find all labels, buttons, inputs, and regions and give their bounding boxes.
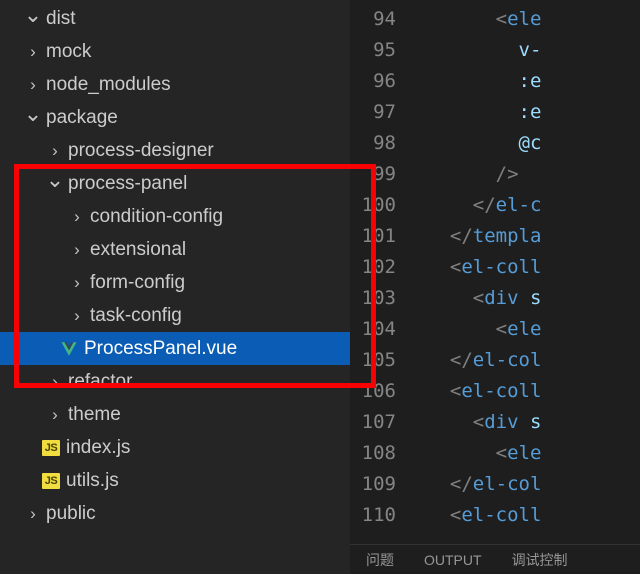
tree-item-utils-js[interactable]: JSutils.js bbox=[0, 464, 350, 497]
code-editor: 9495969798991001011021031041051061071081… bbox=[350, 0, 640, 574]
chevron-right-icon[interactable]: › bbox=[46, 405, 64, 425]
code-line[interactable]: <ele bbox=[350, 314, 541, 345]
chevron-right-icon[interactable]: › bbox=[68, 240, 86, 260]
tree-item-task-config[interactable]: ›task-config bbox=[0, 299, 350, 332]
tree-item-label: mock bbox=[42, 41, 91, 63]
tree-item-label: utils.js bbox=[62, 470, 119, 492]
chevron-down-icon[interactable]: ⌄ bbox=[24, 101, 42, 127]
chevron-right-icon[interactable]: › bbox=[24, 42, 42, 62]
tree-item-label: package bbox=[42, 107, 118, 129]
chevron-right-icon[interactable]: › bbox=[68, 207, 86, 227]
tree-item-label: condition-config bbox=[86, 206, 223, 228]
chevron-right-icon[interactable]: › bbox=[24, 75, 42, 95]
chevron-right-icon[interactable]: › bbox=[68, 273, 86, 293]
code-line[interactable]: <el-coll bbox=[350, 252, 541, 283]
code-line[interactable]: </el-col bbox=[350, 345, 541, 376]
chevron-right-icon[interactable]: › bbox=[68, 306, 86, 326]
tree-item-mock[interactable]: ›mock bbox=[0, 35, 350, 68]
bottom-panel: 问题 OUTPUT 调试控制 bbox=[350, 544, 640, 574]
tree-item-refactor[interactable]: ›refactor bbox=[0, 365, 350, 398]
file-explorer: ⌄dist›mock›node_modules⌄package›process-… bbox=[0, 0, 350, 574]
tree-item-label: index.js bbox=[62, 437, 130, 459]
code-line[interactable]: </templa bbox=[350, 221, 541, 252]
code-line[interactable]: <div s bbox=[350, 283, 541, 314]
code-line[interactable]: <el-coll bbox=[350, 376, 541, 407]
code-content[interactable]: <ele v- :e :e @c /> </el-c </templa bbox=[414, 0, 541, 574]
vue-icon bbox=[58, 340, 80, 358]
js-icon: JS bbox=[40, 440, 62, 456]
chevron-right-icon[interactable]: › bbox=[24, 504, 42, 524]
tab-output[interactable]: OUTPUT bbox=[424, 552, 482, 568]
tree-item-node-modules[interactable]: ›node_modules bbox=[0, 68, 350, 101]
code-line[interactable]: </el-col bbox=[350, 469, 541, 500]
tree-item-condition-config[interactable]: ›condition-config bbox=[0, 200, 350, 233]
tree-item-dist[interactable]: ⌄dist bbox=[0, 2, 350, 35]
tree-item-label: node_modules bbox=[42, 74, 171, 96]
tree-item-process-panel[interactable]: ⌄process-panel bbox=[0, 167, 350, 200]
code-line[interactable]: <el-coll bbox=[350, 500, 541, 531]
tree-item-label: process-panel bbox=[64, 173, 187, 195]
code-line[interactable]: </el-c bbox=[350, 190, 541, 221]
chevron-right-icon[interactable]: › bbox=[46, 372, 64, 392]
code-line[interactable]: <div s bbox=[350, 407, 541, 438]
tree-item-label: dist bbox=[42, 8, 76, 30]
code-line[interactable]: <ele bbox=[350, 4, 541, 35]
tree-item-label: form-config bbox=[86, 272, 185, 294]
tree-item-package[interactable]: ⌄package bbox=[0, 101, 350, 134]
tab-debug-console[interactable]: 调试控制 bbox=[512, 550, 568, 570]
tree-item-label: task-config bbox=[86, 305, 182, 327]
chevron-down-icon[interactable]: ⌄ bbox=[46, 167, 64, 193]
tree-item-label: process-designer bbox=[64, 140, 214, 162]
tree-item-form-config[interactable]: ›form-config bbox=[0, 266, 350, 299]
tree-item-public[interactable]: ›public bbox=[0, 497, 350, 530]
tree-item-theme[interactable]: ›theme bbox=[0, 398, 350, 431]
tab-problems[interactable]: 问题 bbox=[366, 550, 394, 570]
chevron-down-icon[interactable]: ⌄ bbox=[24, 2, 42, 28]
chevron-right-icon[interactable]: › bbox=[46, 141, 64, 161]
tree-item-label: ProcessPanel.vue bbox=[80, 338, 237, 360]
code-line[interactable]: @c bbox=[350, 128, 541, 159]
tree-item-extensional[interactable]: ›extensional bbox=[0, 233, 350, 266]
code-line[interactable]: v- bbox=[350, 35, 541, 66]
code-line[interactable]: :e bbox=[350, 97, 541, 128]
js-icon: JS bbox=[40, 473, 62, 489]
tree-item-label: theme bbox=[64, 404, 121, 426]
code-line[interactable]: /> bbox=[350, 159, 541, 190]
tree-item-process-designer[interactable]: ›process-designer bbox=[0, 134, 350, 167]
code-line[interactable]: <ele bbox=[350, 438, 541, 469]
tree-item-label: refactor bbox=[64, 371, 132, 393]
code-line[interactable]: :e bbox=[350, 66, 541, 97]
tree-item-label: public bbox=[42, 503, 96, 525]
tree-item-label: extensional bbox=[86, 239, 186, 261]
tree-item-index-js[interactable]: JSindex.js bbox=[0, 431, 350, 464]
tree-item-processpanel-vue[interactable]: ProcessPanel.vue bbox=[0, 332, 350, 365]
